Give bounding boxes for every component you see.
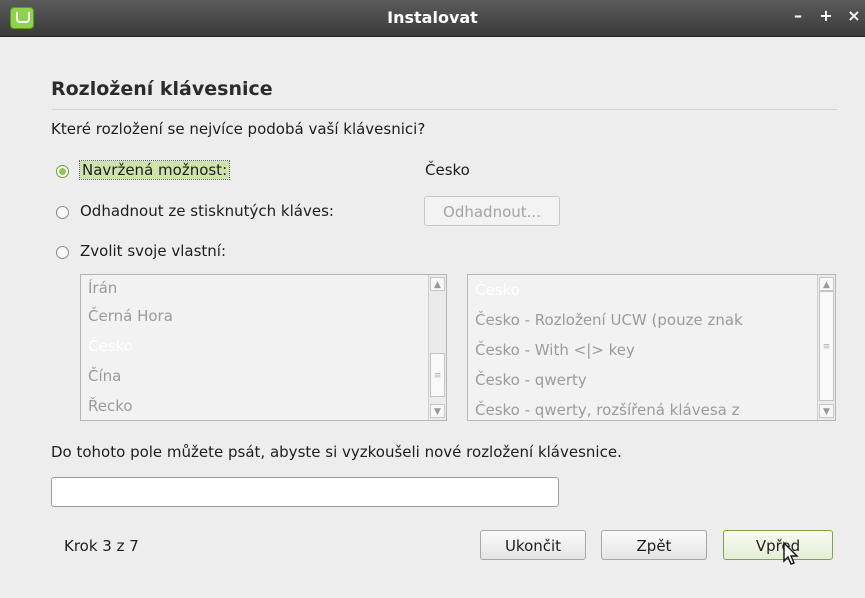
step-indicator: Krok 3 z 7 [64, 537, 139, 555]
maximize-button[interactable]: + [818, 6, 834, 25]
list-item[interactable]: Írán [81, 275, 446, 301]
page-title: Rozložení klávesnice [51, 78, 273, 100]
choose-option-label[interactable]: Zvolit svoje vlastní: [80, 242, 226, 260]
list-item-selected[interactable]: Česko [81, 331, 446, 361]
list-item[interactable]: Česko - qwerty, rozšířená klávesa z [468, 395, 835, 420]
mouse-cursor-icon [783, 541, 799, 565]
suggested-option-label[interactable]: Navržená možnost: [78, 160, 231, 180]
test-hint: Do tohoto pole můžete psát, abyste si vy… [51, 443, 622, 461]
scroll-up-icon[interactable]: ▲ [430, 277, 445, 291]
scroll-thumb[interactable]: ≡ [430, 353, 445, 397]
suggested-radio[interactable] [56, 165, 69, 178]
window-title: Instalovat [387, 8, 478, 27]
minimize-button[interactable]: – [790, 6, 806, 25]
detect-layout-button[interactable]: Odhadnout... [424, 196, 560, 226]
keyboard-test-input[interactable] [51, 477, 559, 507]
list-item[interactable]: Černá Hora [81, 301, 446, 331]
quit-button[interactable]: Ukončit [480, 530, 586, 560]
detect-option-label[interactable]: Odhadnout ze stisknutých kláves: [80, 202, 334, 220]
country-scrollbar[interactable]: ▲ ≡ ▼ [428, 275, 446, 420]
list-item[interactable]: Česko - qwerty [468, 365, 835, 395]
back-button[interactable]: Zpět [601, 530, 707, 560]
scroll-down-icon[interactable]: ▼ [819, 404, 834, 418]
scroll-thumb[interactable]: ≡ [819, 291, 834, 401]
heading-divider [52, 109, 837, 110]
scroll-up-icon[interactable]: ▲ [819, 277, 834, 291]
variant-scrollbar[interactable]: ▲ ≡ ▼ [817, 275, 835, 420]
forward-button[interactable]: Vpřed [723, 530, 833, 560]
list-item[interactable]: Řecko [81, 391, 446, 420]
suggested-layout-value: Česko [425, 161, 470, 179]
layout-question: Které rozložení se nejvíce podobá vaší k… [51, 120, 426, 138]
list-item-selected[interactable]: Česko [468, 275, 835, 305]
variant-list[interactable]: Česko Česko - Rozložení UCW (pouze znak … [467, 274, 836, 421]
close-button[interactable]: × [846, 6, 862, 25]
country-list[interactable]: Írán Černá Hora Česko Čína Řecko ▲ ≡ ▼ [80, 274, 447, 421]
title-bar: Instalovat – + × [0, 0, 865, 37]
scroll-down-icon[interactable]: ▼ [430, 404, 445, 418]
list-item[interactable]: Čína [81, 361, 446, 391]
choose-radio[interactable] [56, 246, 69, 259]
list-item[interactable]: Česko - With <|> key [468, 335, 835, 365]
detect-radio[interactable] [56, 206, 69, 219]
list-item[interactable]: Česko - Rozložení UCW (pouze znak [468, 305, 835, 335]
